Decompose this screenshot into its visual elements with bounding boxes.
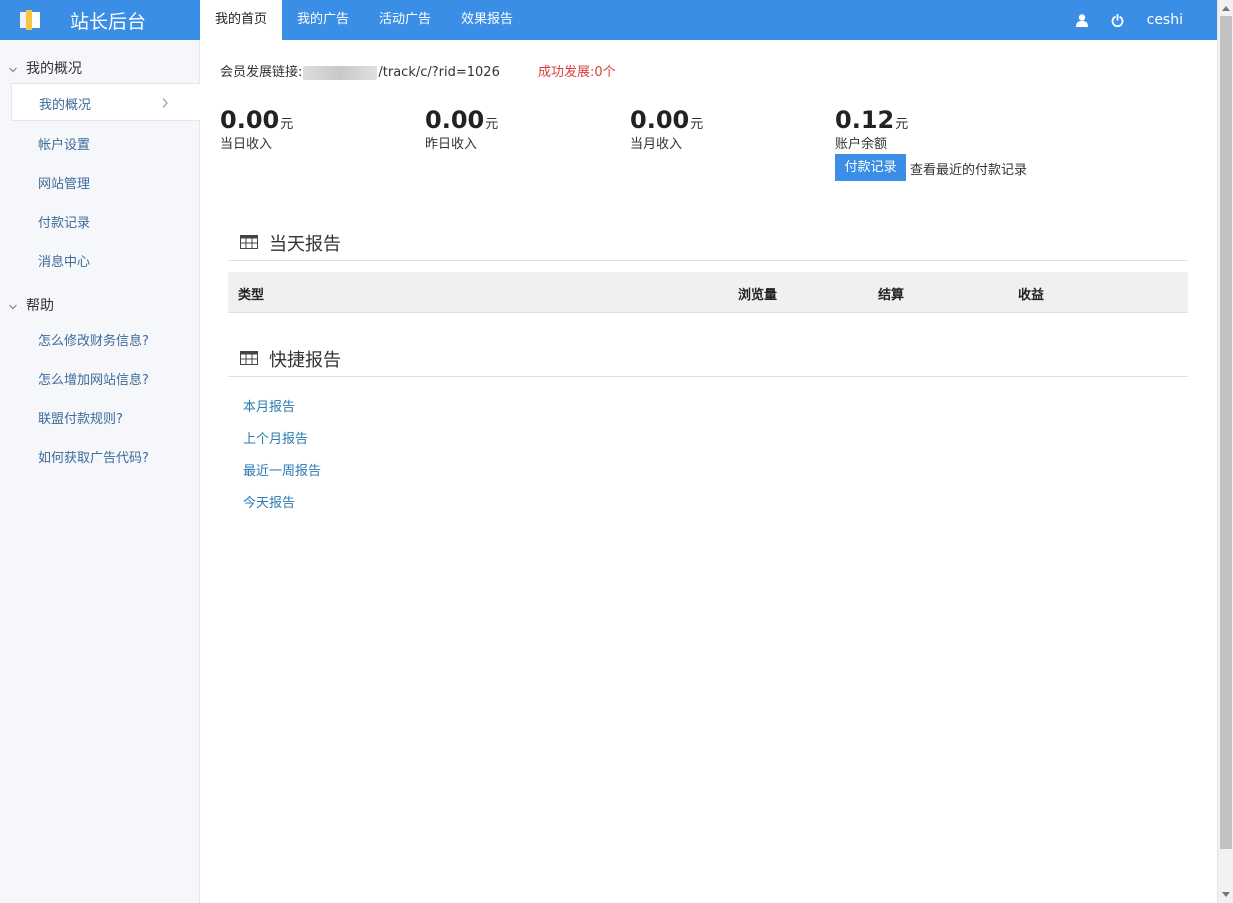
sidebar: 我的概况 我的概况 帐户设置 网站管理 付款记录 消息中心 帮助 怎么修改财务信… bbox=[0, 40, 200, 903]
chevron-right-icon bbox=[161, 97, 169, 109]
scroll-up-arrow-icon[interactable] bbox=[1218, 0, 1233, 16]
sidebar-item-site-management[interactable]: 网站管理 bbox=[38, 173, 90, 192]
main-nav: 我的首页 我的广告 活动广告 效果报告 bbox=[200, 0, 528, 40]
sidebar-item-message-center[interactable]: 消息中心 bbox=[38, 251, 90, 270]
nav-tab-my-ads[interactable]: 我的广告 bbox=[282, 0, 364, 40]
quick-report-header: 快捷报告 bbox=[228, 339, 1188, 377]
quick-link-last-week[interactable]: 最近一周报告 bbox=[243, 460, 321, 479]
brand[interactable]: 站长后台 bbox=[0, 0, 200, 40]
sidebar-item-help-add-site[interactable]: 怎么增加网站信息? bbox=[38, 369, 149, 388]
app-title: 站长后台 bbox=[70, 11, 147, 33]
stat-caption: 当日收入 bbox=[220, 137, 273, 152]
referral-link-label: 会员发展链接: bbox=[220, 65, 303, 80]
nav-tab-performance-report[interactable]: 效果报告 bbox=[446, 0, 528, 40]
chevron-down-icon bbox=[8, 300, 18, 310]
top-bar: 站长后台 我的首页 我的广告 活动广告 效果报告 ceshi bbox=[0, 0, 1217, 40]
stat-unit: 元 bbox=[690, 117, 704, 132]
payment-records-button[interactable]: 付款记录 bbox=[835, 154, 906, 181]
power-icon[interactable] bbox=[1111, 13, 1125, 27]
nav-tab-campaign-ads[interactable]: 活动广告 bbox=[364, 0, 446, 40]
sidebar-group-overview[interactable]: 我的概况 bbox=[8, 58, 82, 78]
sidebar-group-help[interactable]: 帮助 bbox=[8, 295, 54, 315]
referral-success-count: 成功发展:0个 bbox=[538, 65, 616, 80]
sidebar-item-help-payment-rules[interactable]: 联盟付款规则? bbox=[38, 408, 123, 427]
chevron-down-icon bbox=[8, 63, 18, 73]
quick-link-today[interactable]: 今天报告 bbox=[243, 492, 295, 511]
page-scrollbar[interactable] bbox=[1217, 0, 1233, 903]
section-title: 当天报告 bbox=[269, 234, 341, 255]
stat-value: 0.12 bbox=[835, 106, 895, 134]
sidebar-item-help-ad-code[interactable]: 如何获取广告代码? bbox=[38, 447, 149, 466]
column-header-settlement: 结算 bbox=[878, 288, 905, 303]
book-icon bbox=[20, 10, 42, 30]
stat-caption: 账户余额 bbox=[835, 137, 888, 152]
scrollbar-thumb[interactable] bbox=[1220, 16, 1232, 849]
stat-caption: 昨日收入 bbox=[425, 137, 478, 152]
today-report-header: 当天报告 bbox=[228, 223, 1188, 261]
user-icon[interactable] bbox=[1075, 13, 1089, 27]
stat-value: 0.00 bbox=[630, 106, 690, 134]
sidebar-group-label: 我的概况 bbox=[26, 61, 82, 77]
sidebar-item-label: 我的概况 bbox=[39, 98, 92, 113]
sidebar-group-label: 帮助 bbox=[26, 298, 54, 314]
nav-tab-home[interactable]: 我的首页 bbox=[200, 0, 283, 40]
stat-unit: 元 bbox=[485, 117, 499, 132]
quick-link-last-month[interactable]: 上个月报告 bbox=[243, 428, 308, 447]
sidebar-item-payment-records[interactable]: 付款记录 bbox=[38, 212, 90, 231]
today-report-table-header: 类型 浏览量 结算 收益 bbox=[228, 272, 1188, 313]
table-icon bbox=[240, 351, 258, 365]
sidebar-item-help-finance[interactable]: 怎么修改财务信息? bbox=[38, 330, 149, 349]
stat-caption: 当月收入 bbox=[630, 137, 683, 152]
referral-link-url[interactable]: /track/c/?rid=1026 bbox=[378, 65, 499, 80]
scroll-down-arrow-icon[interactable] bbox=[1218, 886, 1233, 902]
quick-link-this-month[interactable]: 本月报告 bbox=[243, 396, 295, 415]
sidebar-item-account-settings[interactable]: 帐户设置 bbox=[38, 134, 90, 153]
stat-today-income: 0.00元 当日收入 bbox=[220, 106, 293, 152]
column-header-views: 浏览量 bbox=[738, 288, 778, 303]
stat-month-income: 0.00元 当月收入 bbox=[630, 106, 703, 152]
stat-account-balance: 0.12元 账户余额 bbox=[835, 106, 908, 152]
stat-yesterday-income: 0.00元 昨日收入 bbox=[425, 106, 498, 152]
stat-unit: 元 bbox=[280, 117, 294, 132]
referral-link: 会员发展链接: /track/c/?rid=1026 bbox=[220, 61, 500, 80]
sidebar-item-overview[interactable]: 我的概况 bbox=[11, 83, 200, 121]
stat-value: 0.00 bbox=[220, 106, 280, 134]
column-header-type: 类型 bbox=[238, 288, 265, 303]
payment-records-description: 查看最近的付款记录 bbox=[910, 163, 1028, 178]
column-header-earnings: 收益 bbox=[1018, 288, 1045, 303]
table-icon bbox=[240, 235, 258, 249]
stat-unit: 元 bbox=[895, 117, 909, 132]
section-title: 快捷报告 bbox=[269, 350, 341, 371]
redacted-domain bbox=[303, 65, 378, 80]
stat-value: 0.00 bbox=[425, 106, 485, 134]
username[interactable]: ceshi bbox=[1147, 12, 1183, 28]
user-area: ceshi bbox=[1075, 0, 1217, 40]
main-content: 会员发展链接: /track/c/?rid=1026 成功发展:0个 0.00元 … bbox=[200, 40, 1217, 903]
